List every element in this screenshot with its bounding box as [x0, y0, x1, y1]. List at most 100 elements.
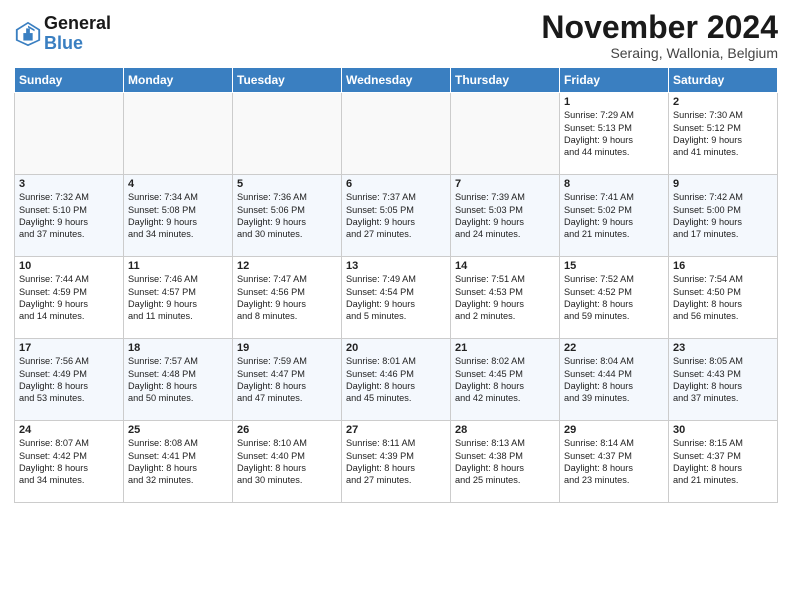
- calendar-cell-w3-d7: 16Sunrise: 7:54 AM Sunset: 4:50 PM Dayli…: [669, 257, 778, 339]
- calendar-cell-w5-d3: 26Sunrise: 8:10 AM Sunset: 4:40 PM Dayli…: [233, 421, 342, 503]
- day-number: 23: [673, 342, 773, 354]
- day-number: 30: [673, 424, 773, 436]
- calendar-header-row: Sunday Monday Tuesday Wednesday Thursday…: [15, 68, 778, 93]
- day-info: Sunrise: 7:32 AM Sunset: 5:10 PM Dayligh…: [19, 191, 119, 241]
- day-info: Sunrise: 7:57 AM Sunset: 4:48 PM Dayligh…: [128, 355, 228, 405]
- header-saturday: Saturday: [669, 68, 778, 93]
- day-info: Sunrise: 7:59 AM Sunset: 4:47 PM Dayligh…: [237, 355, 337, 405]
- calendar-cell-w2-d7: 9Sunrise: 7:42 AM Sunset: 5:00 PM Daylig…: [669, 175, 778, 257]
- day-info: Sunrise: 7:47 AM Sunset: 4:56 PM Dayligh…: [237, 273, 337, 323]
- day-info: Sunrise: 8:08 AM Sunset: 4:41 PM Dayligh…: [128, 437, 228, 487]
- day-number: 27: [346, 424, 446, 436]
- day-info: Sunrise: 8:05 AM Sunset: 4:43 PM Dayligh…: [673, 355, 773, 405]
- calendar-cell-w5-d4: 27Sunrise: 8:11 AM Sunset: 4:39 PM Dayli…: [342, 421, 451, 503]
- day-number: 18: [128, 342, 228, 354]
- title-block: November 2024 Seraing, Wallonia, Belgium: [541, 10, 778, 61]
- calendar-cell-w5-d2: 25Sunrise: 8:08 AM Sunset: 4:41 PM Dayli…: [124, 421, 233, 503]
- header-friday: Friday: [560, 68, 669, 93]
- calendar-week-5: 24Sunrise: 8:07 AM Sunset: 4:42 PM Dayli…: [15, 421, 778, 503]
- calendar-cell-w3-d6: 15Sunrise: 7:52 AM Sunset: 4:52 PM Dayli…: [560, 257, 669, 339]
- day-number: 3: [19, 178, 119, 190]
- calendar-cell-w1-d2: [124, 93, 233, 175]
- day-info: Sunrise: 8:02 AM Sunset: 4:45 PM Dayligh…: [455, 355, 555, 405]
- page-header: General Blue November 2024 Seraing, Wall…: [14, 10, 778, 61]
- day-number: 24: [19, 424, 119, 436]
- day-number: 4: [128, 178, 228, 190]
- day-number: 22: [564, 342, 664, 354]
- day-number: 14: [455, 260, 555, 272]
- day-number: 1: [564, 96, 664, 108]
- calendar-cell-w2-d1: 3Sunrise: 7:32 AM Sunset: 5:10 PM Daylig…: [15, 175, 124, 257]
- day-number: 5: [237, 178, 337, 190]
- logo-blue: Blue: [44, 33, 83, 53]
- day-number: 10: [19, 260, 119, 272]
- day-info: Sunrise: 8:14 AM Sunset: 4:37 PM Dayligh…: [564, 437, 664, 487]
- day-number: 25: [128, 424, 228, 436]
- calendar-week-4: 17Sunrise: 7:56 AM Sunset: 4:49 PM Dayli…: [15, 339, 778, 421]
- day-number: 19: [237, 342, 337, 354]
- day-info: Sunrise: 7:37 AM Sunset: 5:05 PM Dayligh…: [346, 191, 446, 241]
- day-info: Sunrise: 8:15 AM Sunset: 4:37 PM Dayligh…: [673, 437, 773, 487]
- calendar-table: Sunday Monday Tuesday Wednesday Thursday…: [14, 67, 778, 503]
- calendar-cell-w4-d3: 19Sunrise: 7:59 AM Sunset: 4:47 PM Dayli…: [233, 339, 342, 421]
- calendar-cell-w4-d1: 17Sunrise: 7:56 AM Sunset: 4:49 PM Dayli…: [15, 339, 124, 421]
- header-monday: Monday: [124, 68, 233, 93]
- month-title: November 2024: [541, 10, 778, 45]
- calendar-cell-w5-d6: 29Sunrise: 8:14 AM Sunset: 4:37 PM Dayli…: [560, 421, 669, 503]
- day-info: Sunrise: 8:10 AM Sunset: 4:40 PM Dayligh…: [237, 437, 337, 487]
- calendar-cell-w5-d7: 30Sunrise: 8:15 AM Sunset: 4:37 PM Dayli…: [669, 421, 778, 503]
- day-info: Sunrise: 7:29 AM Sunset: 5:13 PM Dayligh…: [564, 109, 664, 159]
- header-sunday: Sunday: [15, 68, 124, 93]
- day-number: 26: [237, 424, 337, 436]
- calendar-cell-w4-d4: 20Sunrise: 8:01 AM Sunset: 4:46 PM Dayli…: [342, 339, 451, 421]
- calendar-cell-w1-d6: 1Sunrise: 7:29 AM Sunset: 5:13 PM Daylig…: [560, 93, 669, 175]
- day-info: Sunrise: 8:11 AM Sunset: 4:39 PM Dayligh…: [346, 437, 446, 487]
- calendar-cell-w2-d3: 5Sunrise: 7:36 AM Sunset: 5:06 PM Daylig…: [233, 175, 342, 257]
- calendar-cell-w3-d4: 13Sunrise: 7:49 AM Sunset: 4:54 PM Dayli…: [342, 257, 451, 339]
- calendar-cell-w5-d1: 24Sunrise: 8:07 AM Sunset: 4:42 PM Dayli…: [15, 421, 124, 503]
- day-number: 8: [564, 178, 664, 190]
- day-number: 11: [128, 260, 228, 272]
- day-info: Sunrise: 7:36 AM Sunset: 5:06 PM Dayligh…: [237, 191, 337, 241]
- calendar-week-2: 3Sunrise: 7:32 AM Sunset: 5:10 PM Daylig…: [15, 175, 778, 257]
- day-number: 16: [673, 260, 773, 272]
- day-info: Sunrise: 7:44 AM Sunset: 4:59 PM Dayligh…: [19, 273, 119, 323]
- day-number: 9: [673, 178, 773, 190]
- day-info: Sunrise: 7:49 AM Sunset: 4:54 PM Dayligh…: [346, 273, 446, 323]
- day-info: Sunrise: 7:30 AM Sunset: 5:12 PM Dayligh…: [673, 109, 773, 159]
- logo: General Blue: [14, 14, 111, 54]
- header-tuesday: Tuesday: [233, 68, 342, 93]
- calendar-cell-w4-d5: 21Sunrise: 8:02 AM Sunset: 4:45 PM Dayli…: [451, 339, 560, 421]
- day-info: Sunrise: 7:51 AM Sunset: 4:53 PM Dayligh…: [455, 273, 555, 323]
- day-number: 2: [673, 96, 773, 108]
- day-info: Sunrise: 8:01 AM Sunset: 4:46 PM Dayligh…: [346, 355, 446, 405]
- calendar-cell-w2-d6: 8Sunrise: 7:41 AM Sunset: 5:02 PM Daylig…: [560, 175, 669, 257]
- calendar-cell-w3-d5: 14Sunrise: 7:51 AM Sunset: 4:53 PM Dayli…: [451, 257, 560, 339]
- calendar-cell-w3-d1: 10Sunrise: 7:44 AM Sunset: 4:59 PM Dayli…: [15, 257, 124, 339]
- calendar-cell-w1-d4: [342, 93, 451, 175]
- header-wednesday: Wednesday: [342, 68, 451, 93]
- calendar-cell-w2-d5: 7Sunrise: 7:39 AM Sunset: 5:03 PM Daylig…: [451, 175, 560, 257]
- logo-icon: [14, 20, 42, 48]
- day-info: Sunrise: 7:39 AM Sunset: 5:03 PM Dayligh…: [455, 191, 555, 241]
- day-number: 29: [564, 424, 664, 436]
- day-info: Sunrise: 7:52 AM Sunset: 4:52 PM Dayligh…: [564, 273, 664, 323]
- day-info: Sunrise: 8:07 AM Sunset: 4:42 PM Dayligh…: [19, 437, 119, 487]
- day-number: 20: [346, 342, 446, 354]
- day-info: Sunrise: 7:56 AM Sunset: 4:49 PM Dayligh…: [19, 355, 119, 405]
- calendar-cell-w4-d2: 18Sunrise: 7:57 AM Sunset: 4:48 PM Dayli…: [124, 339, 233, 421]
- day-number: 12: [237, 260, 337, 272]
- calendar-cell-w3-d3: 12Sunrise: 7:47 AM Sunset: 4:56 PM Dayli…: [233, 257, 342, 339]
- calendar-week-3: 10Sunrise: 7:44 AM Sunset: 4:59 PM Dayli…: [15, 257, 778, 339]
- day-number: 15: [564, 260, 664, 272]
- logo-general: General: [44, 13, 111, 33]
- calendar-cell-w1-d7: 2Sunrise: 7:30 AM Sunset: 5:12 PM Daylig…: [669, 93, 778, 175]
- day-number: 17: [19, 342, 119, 354]
- calendar-cell-w2-d4: 6Sunrise: 7:37 AM Sunset: 5:05 PM Daylig…: [342, 175, 451, 257]
- day-number: 13: [346, 260, 446, 272]
- day-info: Sunrise: 8:13 AM Sunset: 4:38 PM Dayligh…: [455, 437, 555, 487]
- day-number: 6: [346, 178, 446, 190]
- calendar-cell-w5-d5: 28Sunrise: 8:13 AM Sunset: 4:38 PM Dayli…: [451, 421, 560, 503]
- header-thursday: Thursday: [451, 68, 560, 93]
- calendar-cell-w2-d2: 4Sunrise: 7:34 AM Sunset: 5:08 PM Daylig…: [124, 175, 233, 257]
